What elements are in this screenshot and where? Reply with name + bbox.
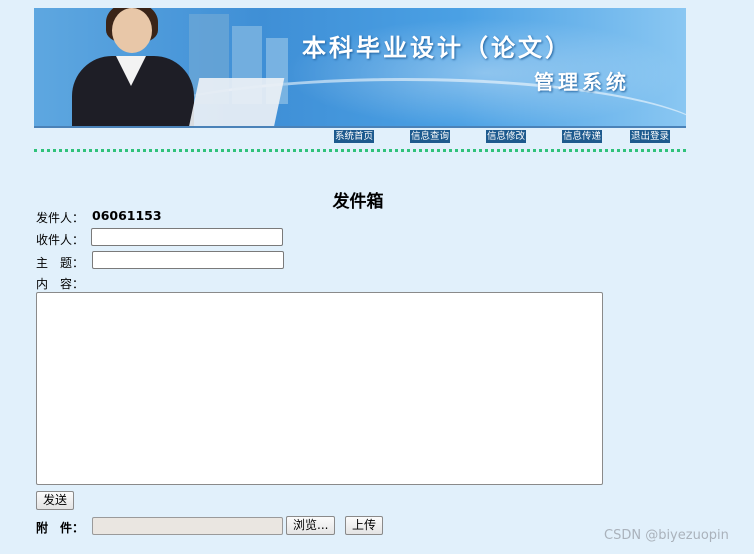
csdn-watermark: CSDN @biyezuopin <box>604 528 729 543</box>
sender-value: 06061153 <box>92 208 162 223</box>
attachment-file-field[interactable] <box>92 517 283 535</box>
nav-info-query[interactable]: 信息查询 <box>410 130 451 143</box>
banner-subtitle: 管理系统 <box>534 70 630 94</box>
send-button[interactable]: 发送 <box>36 491 75 510</box>
subject-label: 主 题： <box>36 256 85 270</box>
content-textarea[interactable] <box>36 292 603 485</box>
banner-title: 本科毕业设计（论文） <box>302 33 572 62</box>
nav-logout[interactable]: 退出登录 <box>630 130 671 143</box>
nav-home[interactable]: 系统首页 <box>334 130 375 143</box>
banner-paper <box>188 78 285 126</box>
recipient-label: 收件人： <box>36 233 85 247</box>
nav-divider <box>34 149 686 152</box>
banner-person-head <box>112 8 152 53</box>
browse-button[interactable]: 浏览... <box>286 516 336 535</box>
recipient-input[interactable] <box>91 228 283 246</box>
upload-button[interactable]: 上传 <box>345 516 384 535</box>
sender-label: 发件人： <box>36 211 85 225</box>
nav-info-transfer[interactable]: 信息传递 <box>562 130 603 143</box>
subject-input[interactable] <box>92 251 284 269</box>
content-label: 内 容： <box>36 277 85 291</box>
attachment-label: 附 件： <box>36 521 85 535</box>
header-banner: 本科毕业设计（论文） 管理系统 <box>34 8 686 128</box>
nav-info-edit[interactable]: 信息修改 <box>486 130 527 143</box>
